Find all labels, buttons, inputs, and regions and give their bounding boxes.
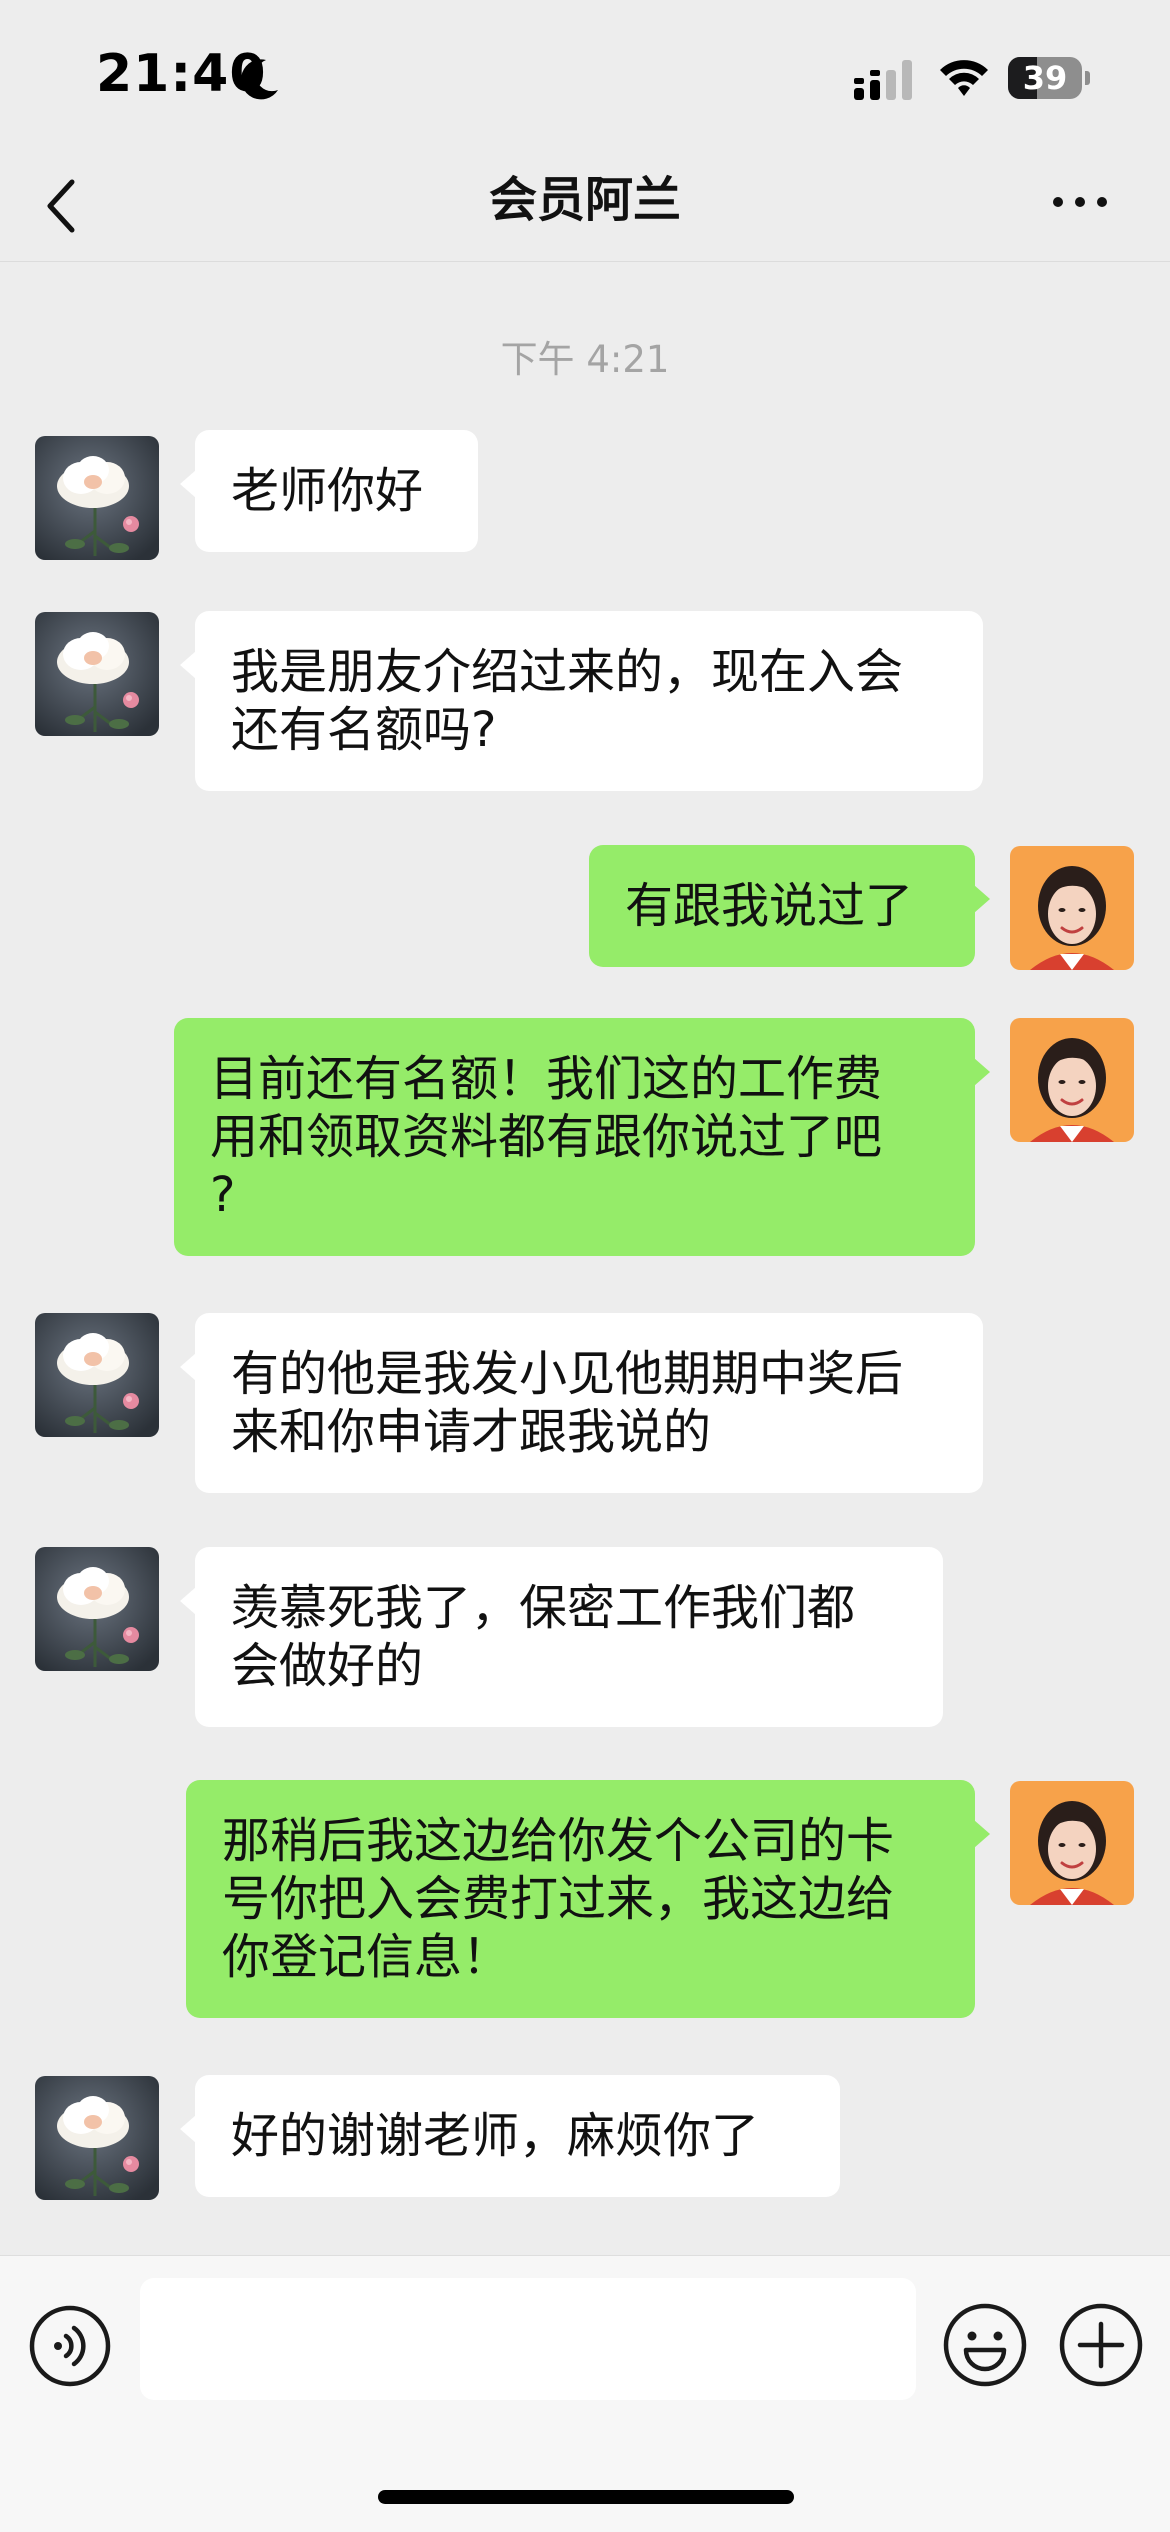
moon-icon xyxy=(241,59,278,100)
incoming-message-bubble[interactable]: 我是朋友介绍过来的，现在入会 还有名额吗? xyxy=(180,611,983,791)
outgoing-message-bubble[interactable]: 目前还有名额！我们这的工作费 用和领取资料都有跟你说过了吧 ? xyxy=(174,1018,990,1256)
home-indicator xyxy=(378,2490,794,2504)
peony-flower-avatar[interactable] xyxy=(35,436,159,560)
incoming-message-bubble[interactable]: 老师你好 xyxy=(180,430,478,552)
status-bar: 21:40 39 xyxy=(0,0,1170,150)
woman-portrait-avatar[interactable] xyxy=(1010,846,1134,970)
incoming-message-bubble[interactable]: 有的他是我发小见他期期中奖后 来和你申请才跟我说的 xyxy=(180,1313,983,1493)
wifi-icon xyxy=(940,60,988,96)
nav-bar: 会员阿兰 xyxy=(0,150,1170,262)
peony-flower-avatar[interactable] xyxy=(35,1313,159,1437)
chat-screen: 21:40 39 会员阿兰 下午 4:21 老师你好 我是朋友介绍过来的，现在入… xyxy=(0,0,1170,2532)
outgoing-message-bubble[interactable]: 有跟我说过了 xyxy=(589,845,990,967)
plus-circle-icon[interactable] xyxy=(1058,2302,1144,2388)
peony-flower-avatar[interactable] xyxy=(35,2076,159,2200)
voice-input-icon[interactable] xyxy=(28,2304,112,2388)
battery-level: 39 xyxy=(1022,59,1068,97)
message-timestamp: 下午 4:21 xyxy=(500,338,670,381)
message-input[interactable] xyxy=(140,2278,916,2400)
peony-flower-avatar[interactable] xyxy=(35,612,159,736)
more-dots-icon[interactable] xyxy=(1050,192,1110,212)
message-list[interactable]: 下午 4:21 老师你好我是朋友介绍过来的，现在入会 还有名额吗? 有跟我说过了目… xyxy=(0,263,1170,2255)
woman-portrait-avatar[interactable] xyxy=(1010,1018,1134,1142)
emoji-icon[interactable] xyxy=(942,2302,1028,2388)
battery-indicator: 39 xyxy=(1008,57,1090,99)
woman-portrait-avatar[interactable] xyxy=(1010,1781,1134,1905)
page-title: 会员阿兰 xyxy=(488,172,681,228)
incoming-message-bubble[interactable]: 羡慕死我了，保密工作我们都 会做好的 xyxy=(180,1547,943,1727)
outgoing-message-bubble[interactable]: 那稍后我这边给你发个公司的卡 号你把入会费打过来，我这边给 你登记信息！ xyxy=(186,1780,990,2018)
peony-flower-avatar[interactable] xyxy=(35,1547,159,1671)
incoming-message-bubble[interactable]: 好的谢谢老师，麻烦你了 xyxy=(180,2075,840,2197)
cellular-signal-icon xyxy=(854,60,912,100)
